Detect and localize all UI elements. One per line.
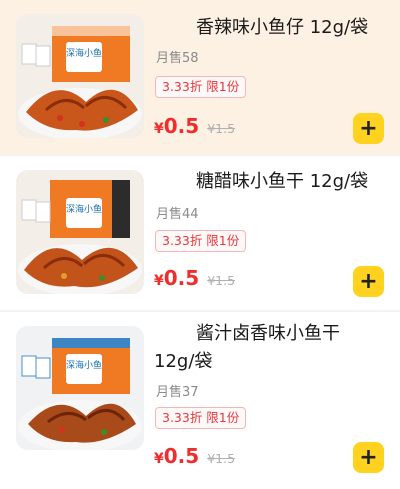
product-title-line2: 12g/袋 (154, 351, 213, 372)
plus-icon: + (359, 268, 378, 294)
product-title[interactable]: 酱汁卤香味小鱼干 12g/袋 (154, 320, 392, 376)
price-row: ¥0.5 ¥1.5 (154, 266, 235, 290)
current-price: ¥0.5 (154, 444, 200, 468)
discount-badge: 3.33折 限1份 (155, 230, 247, 252)
product-title[interactable]: 香辣味小鱼仔 12g/袋 (196, 14, 368, 42)
monthly-sales: 月售58 (156, 51, 199, 66)
discount-badge: 3.33折 限1份 (155, 76, 247, 98)
add-to-cart-button[interactable]: + (353, 266, 384, 297)
product-card[interactable]: 深海小鱼 香辣味小鱼仔 12g/袋 月售58 3.33折 限1份 ¥0.5 ¥1… (0, 0, 400, 156)
product-card[interactable]: 深海小鱼 糖醋味小鱼干 12g/袋 月售44 3.33折 限1份 ¥0.5 ¥1… (0, 156, 400, 312)
product-title[interactable]: 糖醋味小鱼干 12g/袋 (196, 168, 368, 196)
product-image[interactable]: 深海小鱼 (16, 14, 144, 138)
current-price: ¥0.5 (154, 114, 200, 138)
original-price: ¥1.5 (207, 121, 236, 136)
product-card[interactable]: 深海小鱼 酱汁卤香味小鱼干 12g/袋 月售37 3.33折 限1份 ¥0.5 … (0, 312, 400, 489)
price-row: ¥0.5 ¥1.5 (154, 444, 235, 468)
box-text: 深海小鱼 (66, 203, 102, 215)
add-to-cart-button[interactable]: + (353, 442, 384, 473)
price-row: ¥0.5 ¥1.5 (154, 114, 235, 138)
product-image[interactable]: 深海小鱼 (16, 326, 144, 450)
discount-badge: 3.33折 限1份 (155, 407, 247, 429)
original-price: ¥1.5 (207, 273, 236, 288)
box-text: 深海小鱼 (66, 359, 102, 371)
monthly-sales: 月售44 (156, 207, 199, 222)
original-price: ¥1.5 (207, 451, 236, 466)
product-image[interactable]: 深海小鱼 (16, 170, 144, 294)
plus-icon: + (359, 444, 378, 470)
plus-icon: + (359, 115, 378, 141)
current-price: ¥0.5 (154, 266, 200, 290)
monthly-sales: 月售37 (156, 385, 199, 400)
add-to-cart-button[interactable]: + (353, 113, 384, 144)
box-text: 深海小鱼 (66, 47, 102, 59)
product-title-line1: 酱汁卤香味小鱼干 (196, 323, 340, 344)
